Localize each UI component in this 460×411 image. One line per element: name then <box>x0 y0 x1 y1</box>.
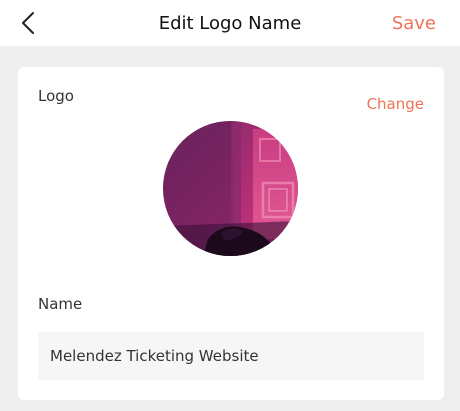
logo-label: Logo <box>38 87 74 105</box>
logo-card: Logo Change Name Melendez Ticketing Webs… <box>18 67 444 400</box>
back-button[interactable] <box>14 9 42 37</box>
name-label: Name <box>38 295 83 313</box>
logo-image[interactable] <box>163 121 298 256</box>
top-nav-bar: Edit Logo Name Save <box>0 0 460 46</box>
chevron-left-icon <box>22 12 34 34</box>
change-logo-button[interactable]: Change <box>367 95 424 113</box>
logo-name-input[interactable] <box>38 332 424 380</box>
save-button[interactable]: Save <box>392 0 436 46</box>
